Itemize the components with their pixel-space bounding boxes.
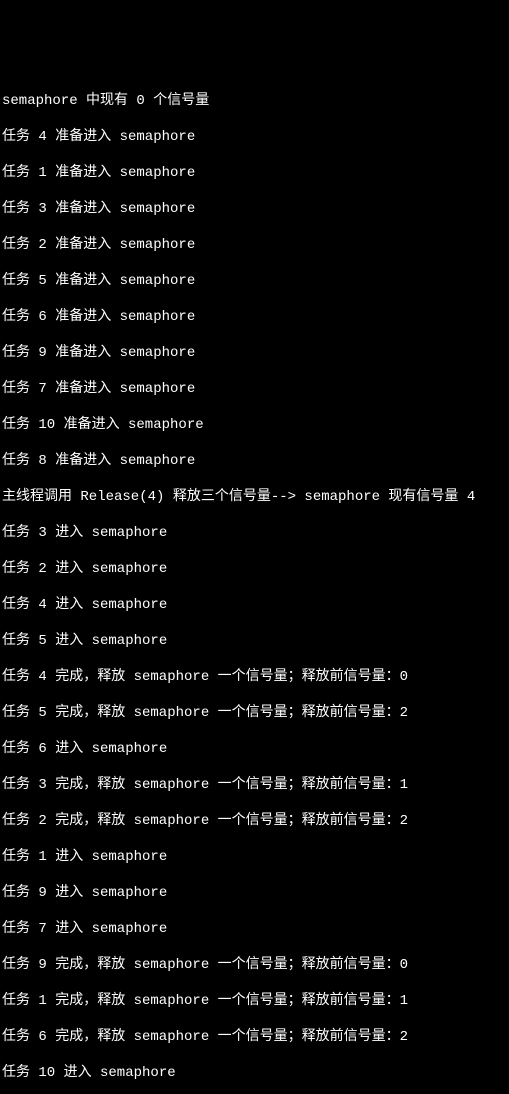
output-line: 任务 5 准备进入 semaphore <box>2 272 509 290</box>
output-line: 任务 1 完成，释放 semaphore 一个信号量；释放前信号量：1 <box>2 992 509 1010</box>
output-line: 任务 2 准备进入 semaphore <box>2 236 509 254</box>
output-line: 任务 9 完成，释放 semaphore 一个信号量；释放前信号量：0 <box>2 956 509 974</box>
output-line: 任务 5 完成，释放 semaphore 一个信号量；释放前信号量：2 <box>2 704 509 722</box>
output-line: 任务 7 准备进入 semaphore <box>2 380 509 398</box>
output-line: 任务 2 进入 semaphore <box>2 560 509 578</box>
output-line: 任务 3 完成，释放 semaphore 一个信号量；释放前信号量：1 <box>2 776 509 794</box>
output-line: 任务 6 进入 semaphore <box>2 740 509 758</box>
output-line: 任务 1 进入 semaphore <box>2 848 509 866</box>
output-line: 任务 9 进入 semaphore <box>2 884 509 902</box>
output-line: 任务 1 准备进入 semaphore <box>2 164 509 182</box>
output-line: semaphore 中现有 0 个信号量 <box>2 92 509 110</box>
terminal-output: semaphore 中现有 0 个信号量 任务 4 准备进入 semaphore… <box>0 72 509 1094</box>
output-line: 任务 3 进入 semaphore <box>2 524 509 542</box>
output-line: 任务 4 准备进入 semaphore <box>2 128 509 146</box>
output-line: 任务 6 完成，释放 semaphore 一个信号量；释放前信号量：2 <box>2 1028 509 1046</box>
output-line: 任务 10 进入 semaphore <box>2 1064 509 1082</box>
output-line: 任务 3 准备进入 semaphore <box>2 200 509 218</box>
output-line: 主线程调用 Release(4) 释放三个信号量--> semaphore 现有… <box>2 488 509 506</box>
output-line: 任务 10 准备进入 semaphore <box>2 416 509 434</box>
output-line: 任务 6 准备进入 semaphore <box>2 308 509 326</box>
output-line: 任务 7 进入 semaphore <box>2 920 509 938</box>
output-line: 任务 2 完成，释放 semaphore 一个信号量；释放前信号量：2 <box>2 812 509 830</box>
output-line: 任务 4 进入 semaphore <box>2 596 509 614</box>
output-line: 任务 4 完成，释放 semaphore 一个信号量；释放前信号量：0 <box>2 668 509 686</box>
output-line: 任务 9 准备进入 semaphore <box>2 344 509 362</box>
output-line: 任务 5 进入 semaphore <box>2 632 509 650</box>
output-line: 任务 8 准备进入 semaphore <box>2 452 509 470</box>
